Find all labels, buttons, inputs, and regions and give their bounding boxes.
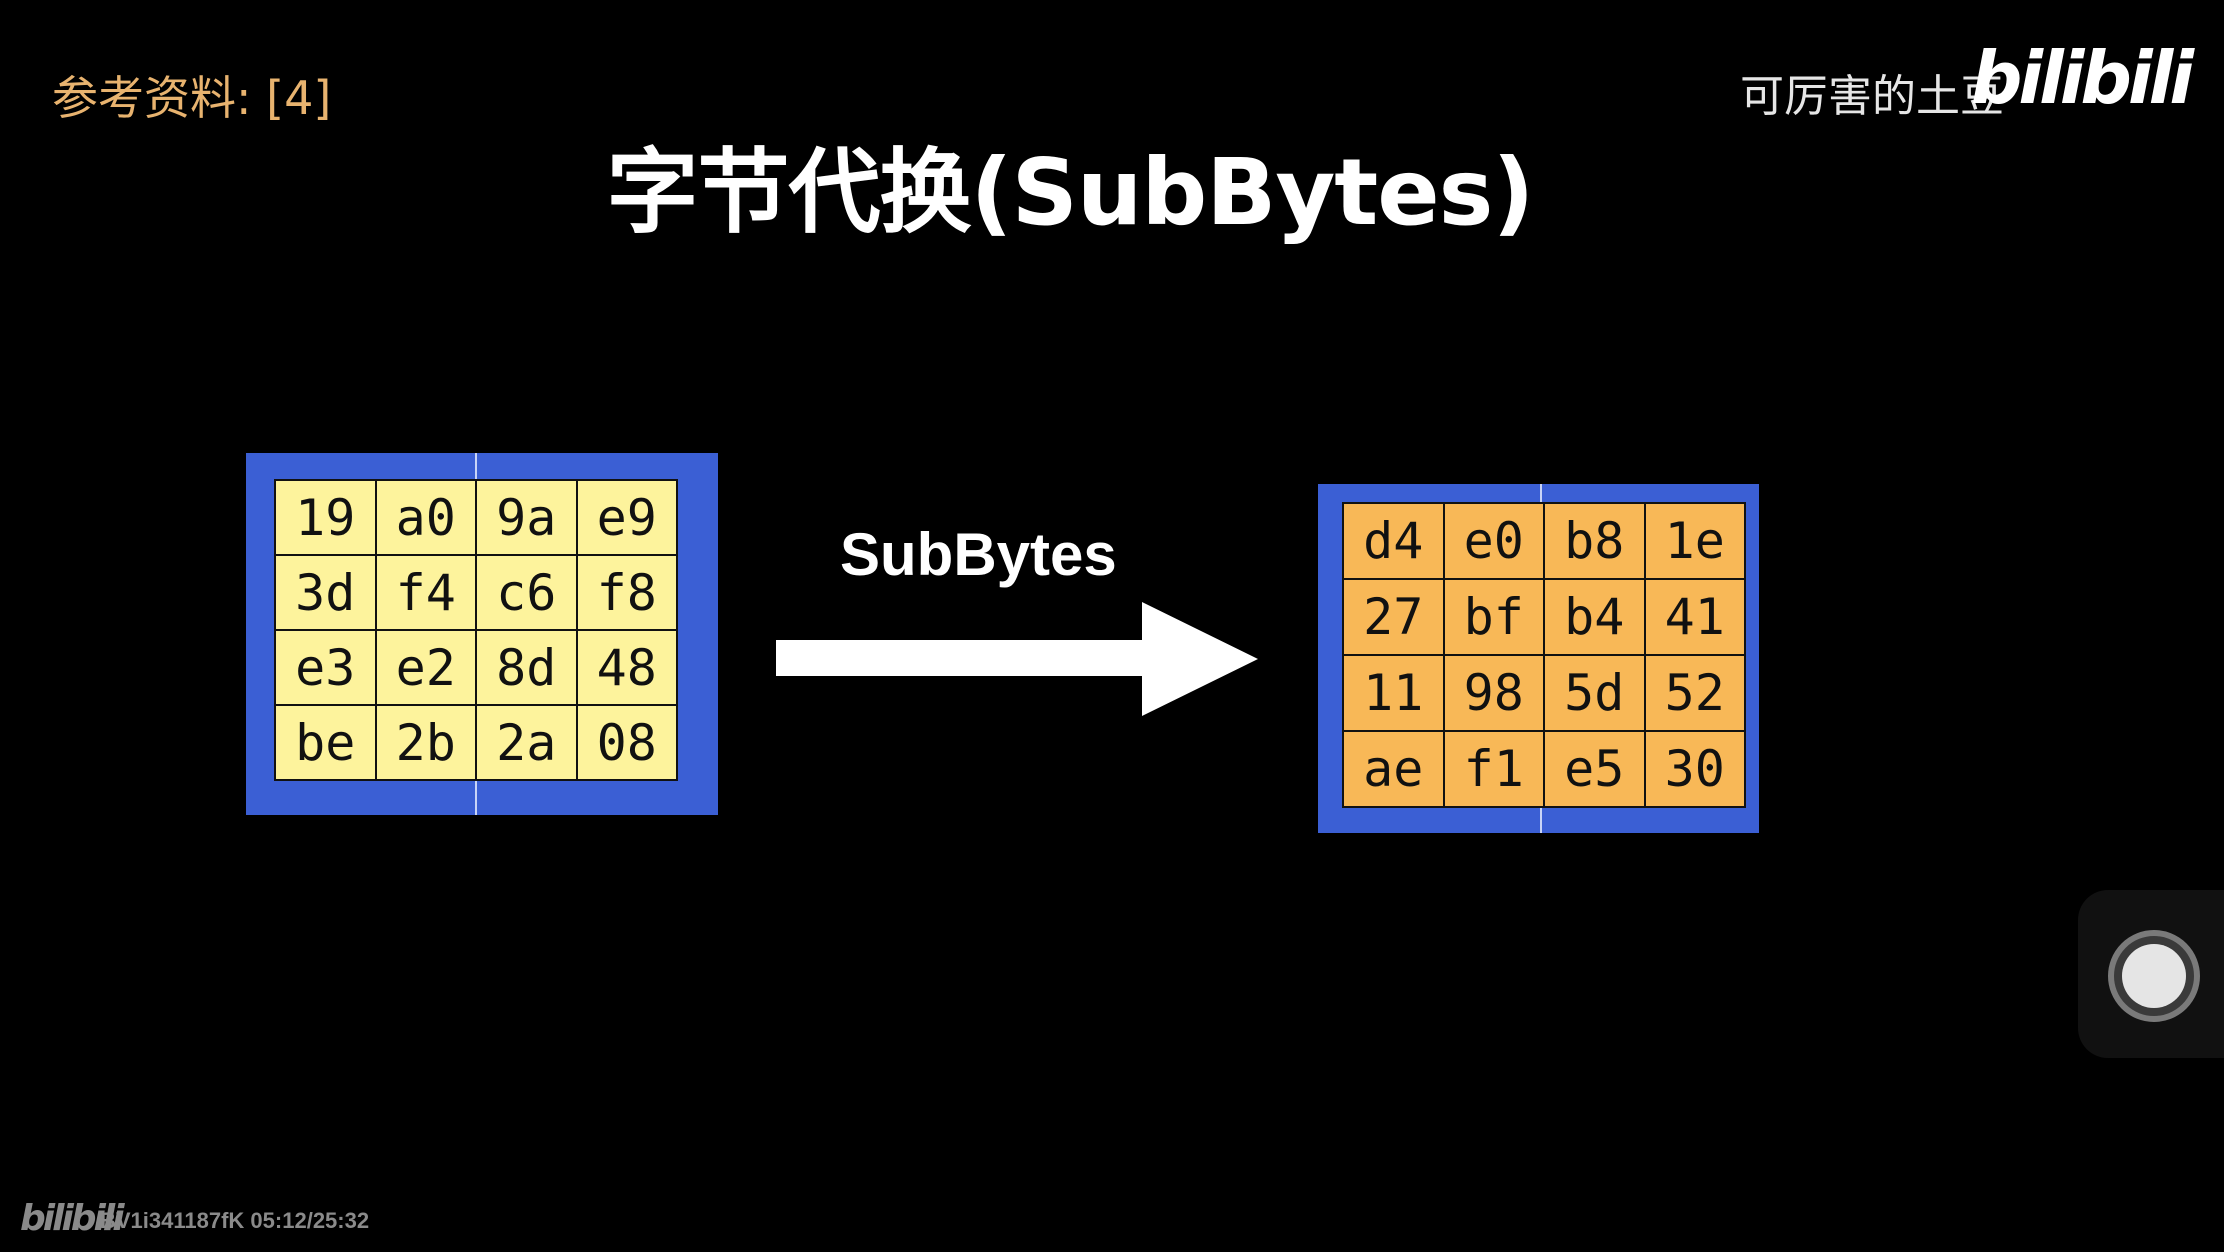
channel-name: 可厉害的土豆 [1740, 71, 2004, 122]
output-matrix-cell: 5d [1543, 654, 1646, 732]
input-matrix-cell: 3d [274, 554, 377, 631]
video-info: BV1i341187fK 05:12/25:32 [100, 1208, 370, 1233]
bilibili-logo: bilibili [1970, 36, 2194, 120]
input-state-matrix: 19 a0 9a e9 3d f4 c6 f8 e3 e2 8d 48 be 2b 2a 08 [246, 453, 718, 815]
output-matrix-cell: e0 [1442, 502, 1545, 580]
output-matrix-row: 11 98 5d 52 [1342, 654, 1746, 732]
slide-title: 字节代换(SubBytes) [606, 139, 1535, 246]
output-matrix-cell: 27 [1342, 578, 1445, 656]
input-matrix-cell: be [274, 704, 377, 781]
output-matrix-cell: bf [1442, 578, 1545, 656]
output-matrix-cell: 1e [1643, 502, 1746, 580]
input-matrix-cell: e2 [374, 629, 477, 706]
output-matrix-cell: 30 [1643, 730, 1746, 808]
input-matrix-cell: c6 [475, 554, 578, 631]
output-matrix-cell: b4 [1543, 578, 1646, 656]
operation-label: SubBytes [840, 521, 1117, 588]
input-matrix-cell: e9 [575, 479, 678, 556]
right-arrow-icon [776, 602, 1258, 716]
input-matrix-cell: f8 [575, 554, 678, 631]
output-matrix-cell: ae [1342, 730, 1445, 808]
output-matrix-cell: d4 [1342, 502, 1445, 580]
input-matrix-row: be 2b 2a 08 [274, 704, 678, 781]
output-matrix-grid: d4 e0 b8 1e 27 bf b4 41 11 98 5d 52 ae f1 e5 30 [1342, 502, 1746, 808]
input-matrix-cell: 08 [575, 704, 678, 781]
input-matrix-cell: 19 [274, 479, 377, 556]
input-matrix-row: 3d f4 c6 f8 [274, 554, 678, 631]
output-matrix-cell: 41 [1643, 578, 1746, 656]
input-matrix-grid: 19 a0 9a e9 3d f4 c6 f8 e3 e2 8d 48 be 2b 2a 08 [274, 479, 678, 781]
output-matrix-cell: f1 [1442, 730, 1545, 808]
output-matrix-row: d4 e0 b8 1e [1342, 502, 1746, 580]
input-matrix-cell: 9a [475, 479, 578, 556]
output-matrix-cell: e5 [1543, 730, 1646, 808]
output-matrix-cell: b8 [1543, 502, 1646, 580]
input-matrix-cell: 8d [475, 629, 578, 706]
output-matrix-row: 27 bf b4 41 [1342, 578, 1746, 656]
input-matrix-cell: 2a [475, 704, 578, 781]
record-button-icon[interactable] [2108, 930, 2200, 1022]
input-matrix-row: 19 a0 9a e9 [274, 479, 678, 556]
output-matrix-row: ae f1 e5 30 [1342, 730, 1746, 808]
output-matrix-cell: 11 [1342, 654, 1445, 732]
input-matrix-cell: a0 [374, 479, 477, 556]
output-matrix-cell: 98 [1442, 654, 1545, 732]
input-matrix-cell: 2b [374, 704, 477, 781]
record-button-panel[interactable] [2078, 890, 2224, 1058]
output-matrix-cell: 52 [1643, 654, 1746, 732]
output-state-matrix: d4 e0 b8 1e 27 bf b4 41 11 98 5d 52 ae f1 e5 30 [1318, 484, 1759, 833]
input-matrix-row: e3 e2 8d 48 [274, 629, 678, 706]
input-matrix-cell: e3 [274, 629, 377, 706]
input-matrix-cell: 48 [575, 629, 678, 706]
input-matrix-cell: f4 [374, 554, 477, 631]
